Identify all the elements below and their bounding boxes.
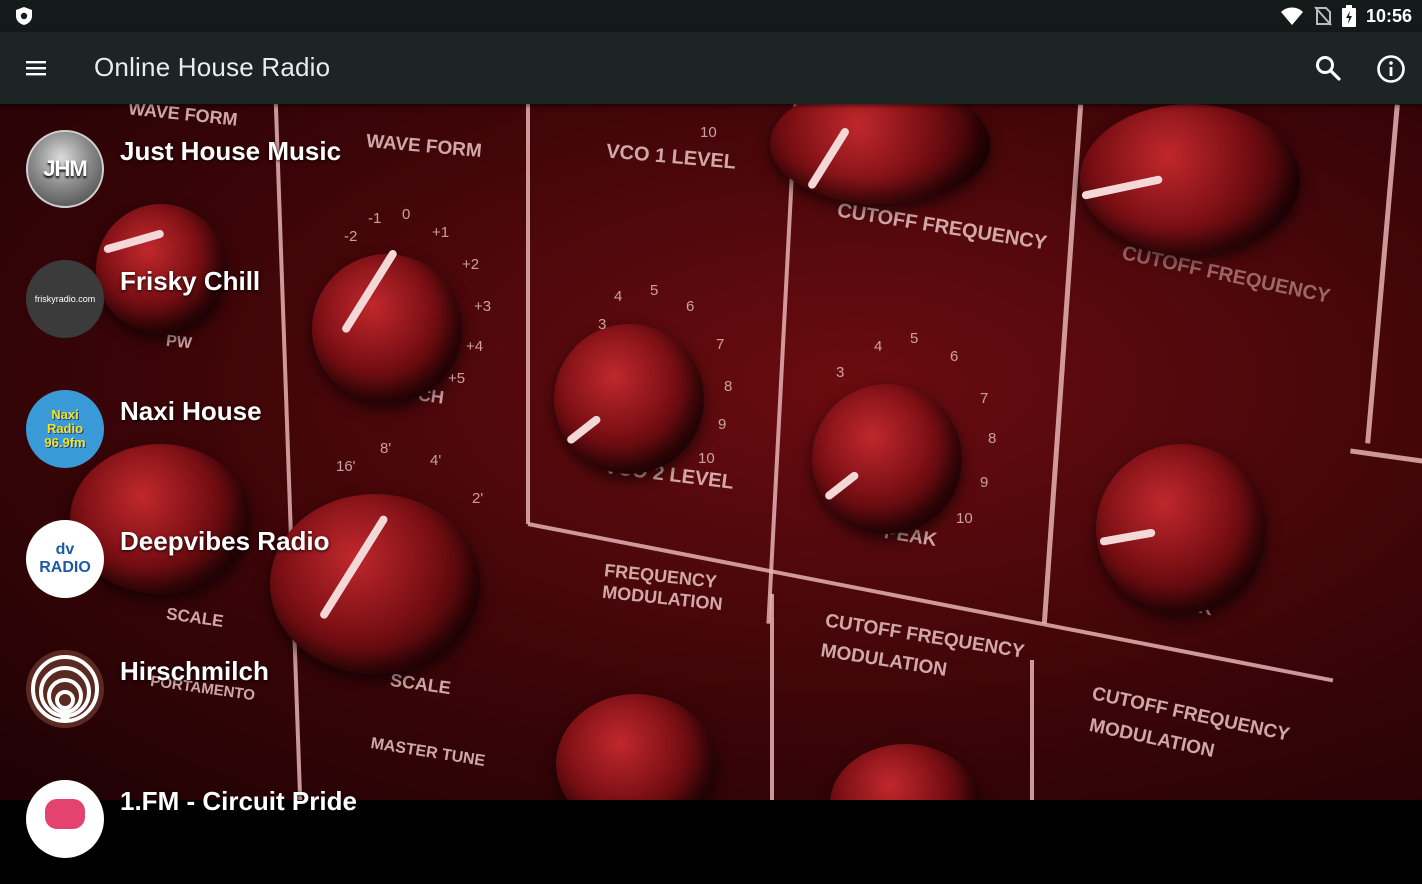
station-logo: Naxi Radio 96.9fm [26, 390, 104, 468]
station-name: Hirschmilch [120, 656, 269, 686]
status-bar: 10:56 [0, 0, 1422, 32]
station-logo [26, 650, 104, 728]
one-fm-logo-icon [45, 799, 85, 829]
station-list: JHM Just House Music friskyradio.com Fri… [0, 104, 700, 858]
panel-line [770, 594, 774, 800]
battery-charging-icon [1341, 5, 1356, 27]
hirschmilch-logo-icon [31, 655, 99, 723]
list-item[interactable]: dv RADIO Deepvibes Radio [0, 494, 700, 624]
station-name: Naxi House [120, 396, 262, 426]
synth-knob [1096, 444, 1266, 614]
station-name: Just House Music [120, 136, 342, 166]
panel-line [766, 104, 798, 624]
info-icon[interactable] [1376, 54, 1406, 84]
station-name: Frisky Chill [120, 266, 261, 296]
label-cutoff-frequency: CUTOFF FREQUENCY [835, 199, 1049, 255]
no-sim-icon [1314, 6, 1332, 26]
list-item[interactable]: Hirschmilch [0, 624, 700, 754]
synth-knob [812, 384, 962, 534]
synth-knob [830, 744, 980, 800]
hamburger-menu-icon[interactable] [24, 56, 48, 80]
list-item[interactable]: Naxi Radio 96.9fm Naxi House [0, 364, 700, 494]
list-item[interactable]: JHM Just House Music [0, 104, 700, 234]
synth-knob [770, 104, 990, 204]
app-title: Online House Radio [94, 52, 331, 82]
panel-line [1350, 448, 1422, 465]
station-name: Deepvibes Radio [120, 526, 330, 556]
list-item[interactable]: 1.FM - Circuit Pride [0, 754, 700, 884]
app-toolbar: Online House Radio [0, 32, 1422, 104]
synth-knob [1080, 104, 1300, 254]
station-logo: friskyradio.com [26, 260, 104, 338]
panel-line [1365, 104, 1400, 444]
station-logo [26, 780, 104, 858]
search-icon[interactable] [1314, 54, 1342, 82]
status-time: 10:56 [1365, 5, 1412, 26]
station-logo: JHM [26, 130, 104, 208]
station-logo: dv RADIO [26, 520, 104, 598]
wifi-icon [1280, 7, 1303, 25]
station-name: 1.FM - Circuit Pride [120, 786, 357, 816]
label-cutoff-frequency: CUTOFF FREQUENCY [1120, 242, 1332, 308]
shield-icon [16, 7, 32, 25]
panel-line [1030, 660, 1034, 800]
list-item[interactable]: friskyradio.com Frisky Chill [0, 234, 700, 364]
panel-line [1041, 104, 1084, 624]
